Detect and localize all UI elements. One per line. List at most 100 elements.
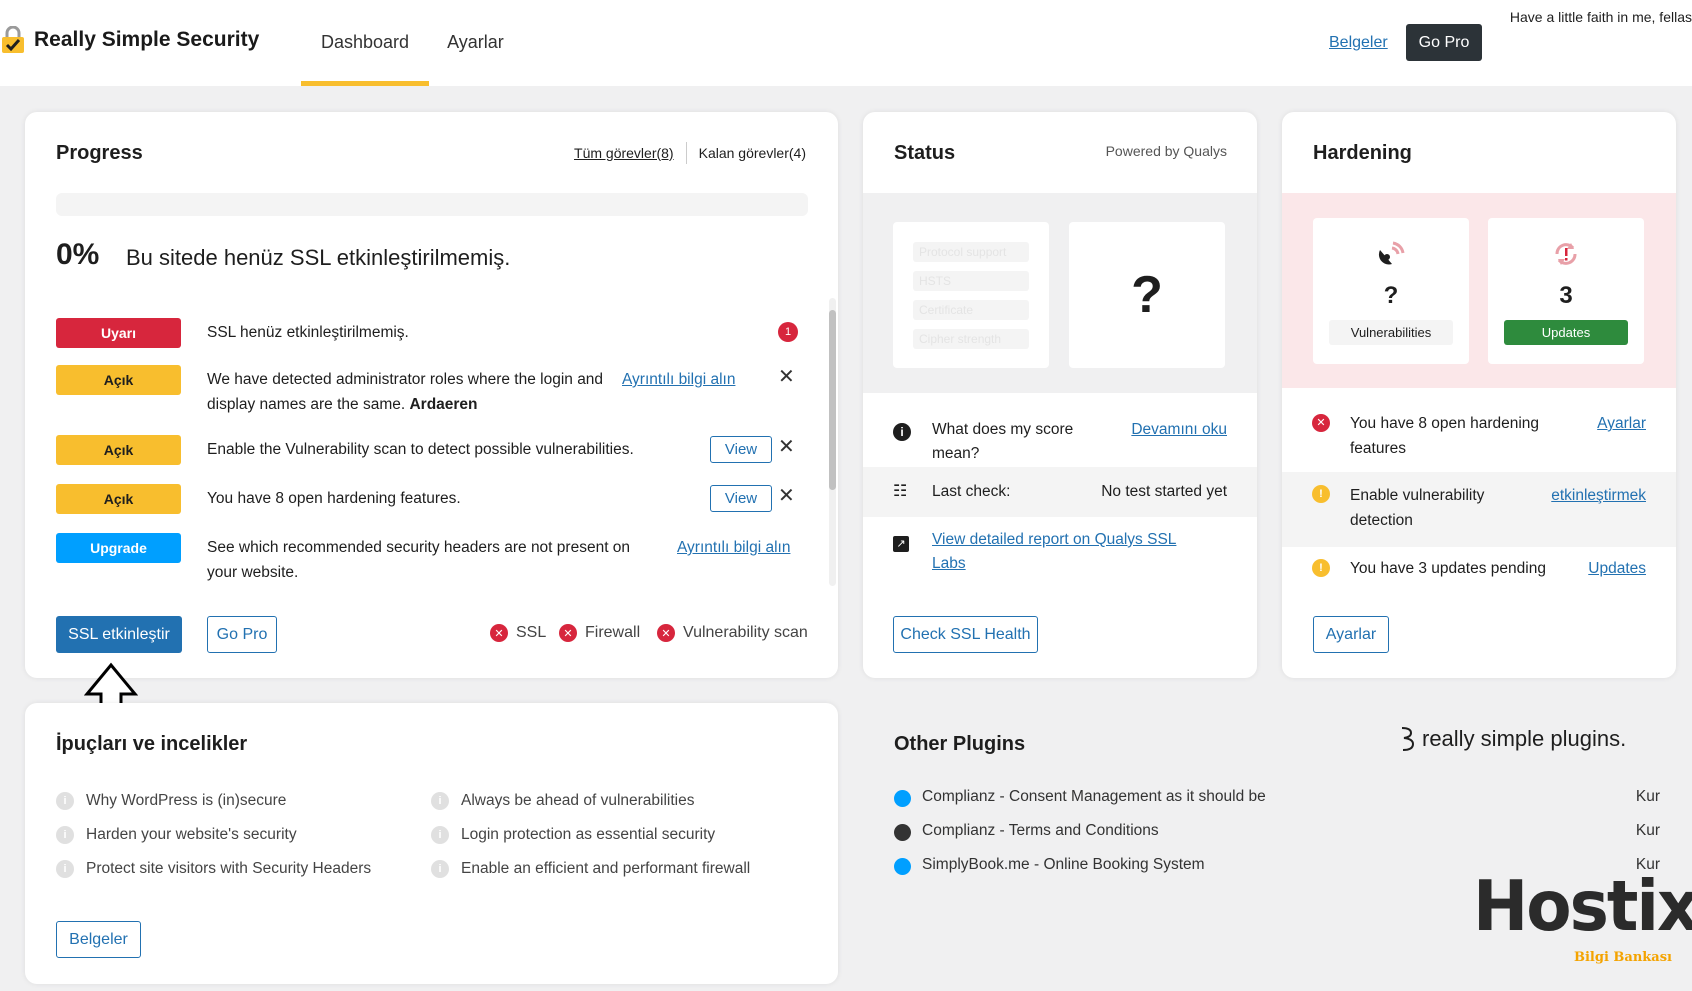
info-icon: i [431,826,449,844]
hardening-row-text: You have 3 updates pending [1350,560,1546,577]
feature-label: Firewall [585,624,641,641]
task-filter: Tüm görevler(8) Kalan görevler(4) [574,142,806,164]
settings-link[interactable]: Ayarlar [1597,411,1646,436]
view-button[interactable]: View [710,436,772,463]
learn-more-link[interactable]: Ayrıntılı bilgi alın [677,535,790,560]
feature-ssl: ✕ SSL [490,624,546,642]
scrollbar-thumb[interactable] [829,310,836,490]
tip-item[interactable]: i Login protection as essential security [431,826,715,844]
rsp-brand-text: really simple plugins. [1422,726,1627,751]
tips-documentation-button[interactable]: Belgeler [56,921,141,958]
tip-item[interactable]: i Protect site visitors with Security Hea… [56,860,371,878]
hardening-row-text: You have 8 open hardening features [1350,415,1540,457]
ghost-row: Protocol support [913,242,1029,262]
all-tasks-link[interactable]: Tüm görevler(8) [574,145,674,161]
tips-title: İpuçları ve incelikler [56,733,248,755]
tab-settings[interactable]: Ayarlar [427,0,524,86]
go-pro-outline-button[interactable]: Go Pro [207,616,277,653]
brand-name: Really Simple Security [34,28,260,51]
view-button[interactable]: View [710,485,772,512]
lock-check-icon [2,26,24,53]
progress-bar [56,193,808,216]
dismiss-icon[interactable]: ✕ [778,365,795,390]
info-icon: i [431,792,449,810]
badge-open: Açık [56,365,181,395]
documentation-link[interactable]: Belgeler [1329,34,1388,52]
vulnerabilities-box: ? Vulnerabilities [1313,218,1469,364]
last-check-value: No test started yet [1101,483,1227,500]
plugin-dot [894,824,911,841]
plugin-dot [894,790,911,807]
report-row: ↗ View detailed report on Qualys SSL Lab… [863,519,1257,589]
tip-item[interactable]: i Always be ahead of vulnerabilities [431,792,695,810]
error-icon: ✕ [559,624,577,642]
hardening-row: ✕ You have 8 open hardening features Aya… [1282,402,1676,472]
error-icon: ✕ [1312,414,1330,432]
info-icon: i [431,860,449,878]
read-more-link[interactable]: Devamını oku [1131,418,1227,442]
info-icon: i [893,420,911,444]
status-card: Status Powered by Qualys Protocol suppor… [863,112,1257,678]
hardening-settings-button[interactable]: Ayarlar [1313,616,1389,653]
hostixo-watermark: Hostixo [1473,866,1692,947]
learn-more-link[interactable]: Ayrıntılı bilgi alın [622,367,735,392]
progress-headline: Bu sitede henüz SSL etkinleştirilmemiş. [126,245,511,270]
updates-link[interactable]: Updates [1588,556,1646,581]
score-question: What does my score mean? [932,421,1074,462]
ghost-row: Cipher strength [913,329,1029,349]
hostixo-subtitle: Bilgi Bankası [1574,950,1672,965]
task-text: We have detected administrator roles whe… [207,367,607,417]
tagline: Have a little faith in me, fellas [1509,9,1692,25]
enable-ssl-button[interactable]: SSL etkinleştir [56,616,182,653]
plugin-dot [894,858,911,875]
error-icon: ✕ [490,624,508,642]
radar-icon [1313,240,1469,275]
install-link[interactable]: Kur [1636,788,1660,806]
tip-label: Protect site visitors with Security Head… [86,860,372,877]
task-text-bold: Ardaeren [409,396,478,413]
badge-open: Açık [56,435,181,465]
remaining-tasks-link[interactable]: Kalan görevler(4) [699,145,806,161]
tip-item[interactable]: i Why WordPress is (in)secure [56,792,286,810]
info-icon: i [56,826,74,844]
info-icon: i [56,792,74,810]
plugin-name[interactable]: Complianz - Terms and Conditions [922,822,1159,840]
go-pro-button[interactable]: Go Pro [1406,24,1482,61]
feature-label: SSL [516,624,547,641]
qualys-report-link[interactable]: View detailed report on Qualys SSL Labs [932,528,1192,576]
task-text: SSL henüz etkinleştirilmemiş. [207,324,409,341]
badge-open: Açık [56,484,181,514]
badge-upgrade: Upgrade [56,533,181,563]
status-title: Status [894,142,956,164]
plugin-name[interactable]: Complianz - Consent Management as it sho… [922,788,1266,806]
powered-by: Powered by Qualys [1105,143,1227,159]
install-link[interactable]: Kur [1636,822,1660,840]
feature-label: Vulnerability scan [683,624,808,641]
ghost-row: HSTS [913,271,1029,291]
hardening-title: Hardening [1313,142,1412,164]
updates-label: Updates [1504,320,1628,345]
ssl-grade: ? [1069,222,1225,368]
task-text: You have 8 open hardening features. [207,490,461,507]
rsp-logo-icon [1401,727,1415,751]
enable-link[interactable]: etkinleştirmek [1551,483,1646,508]
main-nav: Dashboard Ayarlar [301,0,524,86]
warning-icon: ! [1312,559,1330,577]
last-check-label: Last check: [932,483,1011,500]
task-text: See which recommended security headers a… [207,539,631,581]
vulnerabilities-label: Vulnerabilities [1329,320,1453,345]
task-scrollbar[interactable] [829,298,836,586]
check-ssl-health-button[interactable]: Check SSL Health [893,616,1038,653]
tab-dashboard[interactable]: Dashboard [301,0,430,86]
dismiss-icon[interactable]: ✕ [778,484,795,509]
badge-warning: Uyarı [56,318,181,348]
tip-item[interactable]: i Harden your website's security [56,826,297,844]
progress-title: Progress [56,142,143,164]
hardening-row: ! Enable vulnerability detection etkinle… [1282,472,1676,547]
tip-label: Login protection as essential security [461,826,716,843]
plugin-name[interactable]: SimplyBook.me - Online Booking System [922,856,1205,874]
dismiss-icon[interactable]: ✕ [778,435,795,460]
updates-count: 3 [1559,282,1573,309]
task-text-main: We have detected administrator roles whe… [207,371,604,413]
tip-item[interactable]: i Enable an efficient and performant fire… [431,860,750,878]
